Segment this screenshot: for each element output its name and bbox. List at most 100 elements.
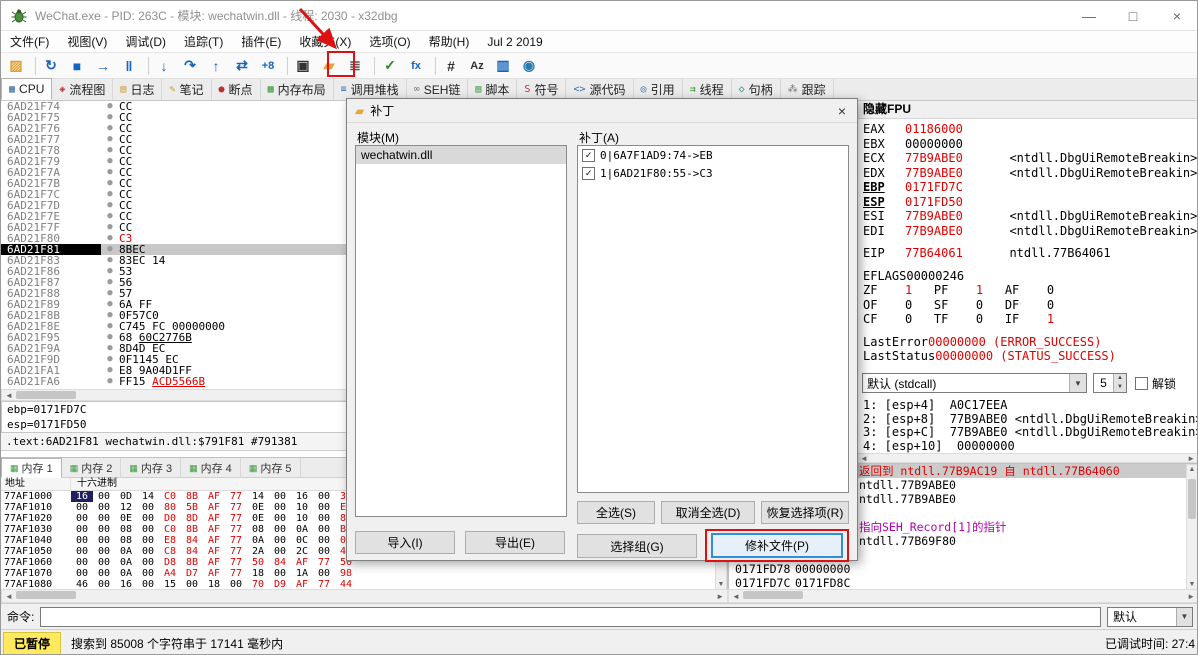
- pause-icon[interactable]: ‖: [118, 55, 140, 77]
- register-value[interactable]: 00000000 (STATUS_SUCCESS): [935, 349, 1116, 364]
- restore-selected-button[interactable]: 恢复选择项(R): [761, 501, 849, 524]
- tab-breakpoints[interactable]: ● 断点: [212, 79, 261, 100]
- menu-item[interactable]: 选项(O): [360, 30, 419, 53]
- register-row[interactable]: EDI 77B9ABE0 <ntdll.DbgUiRemoteBreakin>: [863, 224, 1197, 239]
- breakpoint-gutter-dot[interactable]: ●: [101, 376, 119, 387]
- register-value[interactable]: 77B9ABE0: [905, 151, 995, 166]
- register-row[interactable]: EIP 77B64061 ntdll.77B64061: [863, 246, 1197, 261]
- dump-tab-5[interactable]: ▦ 内存 5: [241, 458, 301, 478]
- breakpoint-gutter-dot[interactable]: ●: [101, 112, 119, 123]
- hash-icon[interactable]: #: [440, 55, 462, 77]
- patch-checkbox[interactable]: ✓: [582, 166, 595, 180]
- select-group-button[interactable]: 选择组(G): [577, 534, 697, 558]
- spin-down-icon[interactable]: ▼: [1114, 383, 1126, 392]
- dump-row[interactable]: 77AF1070 00 00 0A 00 A4 D7 AF 77 18 00 1A 00 98: [1, 568, 727, 579]
- register-row[interactable]: EFLAGS00000246: [863, 269, 1197, 284]
- tab-cpu[interactable]: ▦ CPU: [1, 78, 53, 100]
- dump-tab-3[interactable]: ▦ 内存 3: [121, 458, 182, 478]
- fx-function-icon[interactable]: fx: [405, 55, 427, 77]
- tab-script[interactable]: ▤ 脚本: [468, 79, 518, 100]
- breakpoint-gutter-dot[interactable]: ●: [101, 310, 119, 321]
- register-row[interactable]: EBP 0171FD7C: [863, 180, 1197, 195]
- scroll-thumb[interactable]: [16, 591, 76, 599]
- breakpoint-gutter-dot[interactable]: ●: [101, 222, 119, 233]
- stop-icon[interactable]: ■: [66, 55, 88, 77]
- register-row[interactable]: EDX 77B9ABE0 <ntdll.DbgUiRemoteBreakin>: [863, 166, 1197, 181]
- command-input[interactable]: [40, 606, 1101, 627]
- flag-value[interactable]: 1: [905, 283, 934, 297]
- register-value[interactable]: 00000000: [905, 137, 995, 152]
- flag-value[interactable]: 0: [976, 298, 1005, 312]
- tab-memory-map[interactable]: ▦ 内存布局: [261, 79, 334, 100]
- stack-row[interactable]: 0171FD7C 0171FD8C: [729, 576, 1197, 590]
- argument-row[interactable]: 1: [esp+4] A0C17EEA: [863, 398, 1193, 413]
- breakpoint-gutter-dot[interactable]: ●: [101, 332, 119, 343]
- scroll-up-icon[interactable]: ▲: [1186, 465, 1197, 474]
- tab-notes[interactable]: ✎ 笔记: [162, 79, 212, 100]
- scroll-left-icon[interactable]: ◄: [2, 390, 16, 401]
- tab-symbols[interactable]: S 符号: [517, 79, 567, 100]
- register-row[interactable]: EBX 00000000: [863, 137, 1197, 152]
- argument-row[interactable]: 2: [esp+8] 77B9ABE0 <ntdll.DbgUiRemoteBr…: [863, 412, 1197, 427]
- register-row[interactable]: ESP 0171FD50: [863, 195, 1197, 210]
- flag-value[interactable]: 1: [1047, 312, 1076, 326]
- calling-convention-select[interactable]: 默认 (stdcall) ▼: [862, 373, 1087, 393]
- console-icon[interactable]: ▣: [292, 55, 314, 77]
- breakpoint-gutter-dot[interactable]: ●: [101, 321, 119, 332]
- maximize-button[interactable]: □: [1111, 1, 1155, 30]
- dump-tab-2[interactable]: ▦ 内存 2: [62, 458, 122, 478]
- register-row[interactable]: ESI 77B9ABE0 <ntdll.DbgUiRemoteBreakin>: [863, 209, 1197, 224]
- breakpoint-gutter-dot[interactable]: ●: [101, 123, 119, 134]
- menu-item[interactable]: 视图(V): [58, 30, 116, 53]
- open-file-icon[interactable]: ▨: [5, 55, 27, 77]
- register-row[interactable]: EAX 01186000: [863, 122, 1197, 137]
- register-value[interactable]: 77B9ABE0: [905, 166, 995, 181]
- breakpoint-gutter-dot[interactable]: ●: [101, 299, 119, 310]
- menu-item[interactable]: 帮助(H): [420, 30, 479, 53]
- tab-log[interactable]: ▤ 日志: [113, 79, 163, 100]
- breakpoint-gutter-dot[interactable]: ●: [101, 101, 119, 112]
- register-row[interactable]: CF 0 TF 0 IF 1: [863, 312, 1197, 327]
- register-value[interactable]: 77B9ABE0: [905, 224, 995, 239]
- scroll-right-icon[interactable]: ►: [713, 591, 727, 602]
- step-out-icon[interactable]: ↑: [205, 55, 227, 77]
- register-value[interactable]: 01186000: [905, 122, 995, 137]
- module-list-item[interactable]: wechatwin.dll: [356, 146, 566, 164]
- scroll-down-icon[interactable]: ▼: [1186, 580, 1197, 589]
- breakpoint-gutter-dot[interactable]: ●: [101, 244, 119, 255]
- breakpoint-gutter-dot[interactable]: ●: [101, 211, 119, 222]
- scroll-left-icon[interactable]: ◄: [729, 591, 743, 602]
- scroll-left-icon[interactable]: ◄: [2, 591, 16, 602]
- export-button[interactable]: 导出(E): [465, 531, 565, 554]
- deselect-all-button[interactable]: 取消全选(D): [661, 501, 755, 524]
- tab-trace[interactable]: ⁂ 跟踪: [781, 79, 834, 100]
- register-row[interactable]: LastStatus00000000 (STATUS_SUCCESS): [863, 349, 1197, 364]
- run-to-user-code-icon[interactable]: ⇄: [231, 55, 253, 77]
- flag-value[interactable]: 0: [1047, 283, 1076, 297]
- step-count-icon[interactable]: +8: [257, 55, 279, 77]
- scroll-thumb[interactable]: [1188, 479, 1196, 519]
- patch-list-item[interactable]: ✓ 0|6A7F1AD9:74->EB: [578, 146, 848, 164]
- register-row[interactable]: ZF 1 PF 1 AF 0: [863, 283, 1197, 298]
- dump-tab-1[interactable]: ▦ 内存 1: [1, 458, 62, 478]
- breakpoint-gutter-dot[interactable]: ●: [101, 277, 119, 288]
- stack-vscrollbar[interactable]: ▲ ▼: [1186, 464, 1197, 590]
- strings-az-icon[interactable]: Az: [466, 55, 488, 77]
- breakpoint-gutter-dot[interactable]: ●: [101, 354, 119, 365]
- minimize-button[interactable]: —: [1067, 1, 1111, 30]
- register-row[interactable]: LastError00000000 (ERROR_SUCCESS): [863, 335, 1197, 350]
- step-into-icon[interactable]: ↓: [153, 55, 175, 77]
- menu-item[interactable]: 调试(D): [116, 30, 175, 53]
- close-button[interactable]: ×: [1155, 1, 1197, 30]
- dump-hscrollbar[interactable]: ◄ ►: [1, 589, 728, 603]
- internet-globe-icon[interactable]: ◉: [518, 55, 540, 77]
- scroll-right-icon[interactable]: ►: [1184, 591, 1197, 602]
- tab-handles[interactable]: ◇ 句柄: [732, 79, 781, 100]
- chevron-down-icon[interactable]: ▼: [1176, 607, 1192, 626]
- hide-fpu-button[interactable]: 隐藏FPU: [857, 101, 1197, 119]
- register-row[interactable]: OF 0 SF 0 DF 0: [863, 298, 1197, 313]
- breakpoint-gutter-dot[interactable]: ●: [101, 189, 119, 200]
- scroll-down-icon[interactable]: ▼: [715, 580, 728, 589]
- scroll-thumb[interactable]: [743, 591, 803, 599]
- breakpoint-gutter-dot[interactable]: ●: [101, 233, 119, 244]
